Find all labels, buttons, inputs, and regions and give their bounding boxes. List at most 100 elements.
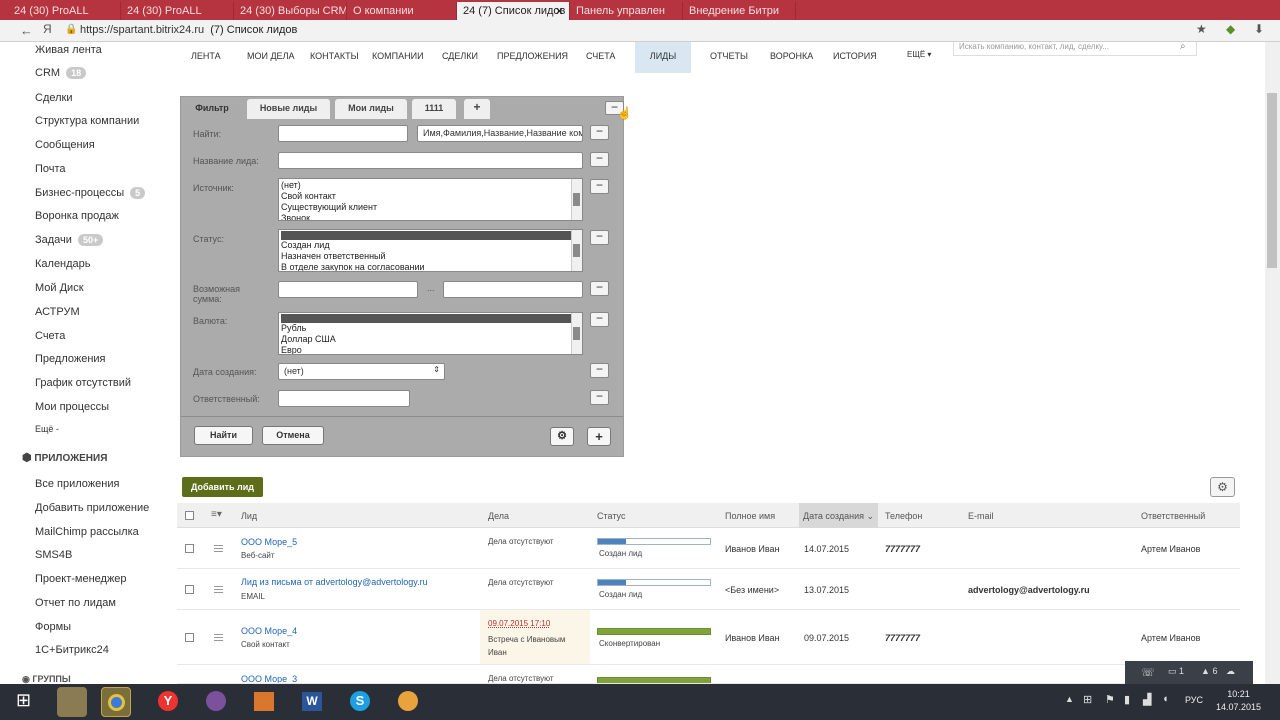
left-menu-item[interactable]: Сообщения	[35, 139, 95, 151]
responsible-text[interactable]: Артем Иванов	[1141, 633, 1200, 643]
alerts-counter[interactable]: ▲ 6	[1201, 666, 1217, 676]
tab-reports[interactable]: ОТЧЕТЫ	[710, 51, 748, 61]
phone-icon[interactable]: ☏	[1141, 666, 1155, 679]
column-header-created[interactable]: Дата создания ⌄	[799, 503, 878, 528]
left-menu-item[interactable]: АСТРУМ	[35, 306, 80, 318]
left-menu-item[interactable]: Задачи 50+	[35, 234, 104, 246]
left-menu-item[interactable]: Живая лента	[35, 44, 102, 56]
tab-companies[interactable]: КОМПАНИИ	[372, 51, 424, 61]
left-menu-item[interactable]: Счета	[35, 330, 65, 342]
app-flower-icon[interactable]	[393, 687, 423, 717]
viber-icon[interactable]	[200, 687, 230, 717]
windows-start-icon[interactable]: ⊞	[16, 690, 31, 711]
column-header-email[interactable]: E-mail	[968, 511, 994, 521]
row-menu-icon[interactable]	[214, 586, 223, 593]
add-field-button[interactable]: +	[587, 427, 611, 446]
lead-title-link[interactable]: Лид из письма от advertology@advertology…	[241, 577, 428, 587]
word-icon[interactable]: W	[296, 687, 326, 717]
list-option[interactable]: Свой контакт	[281, 191, 580, 202]
column-header-phone[interactable]: Телефон	[885, 511, 922, 521]
skype-icon[interactable]: S	[345, 687, 375, 717]
list-option-selected[interactable]	[281, 314, 580, 323]
tray-icon[interactable]: ⊞	[1083, 693, 1092, 706]
outlook-icon[interactable]	[248, 687, 278, 717]
left-menu-app[interactable]: Проект-менеджер	[35, 573, 127, 585]
table-row[interactable]: Лид из письма от advertology@advertology…	[177, 569, 1240, 610]
column-header-lead[interactable]: Лид	[241, 511, 257, 521]
left-menu-item[interactable]: Календарь	[35, 258, 91, 270]
column-header-responsible[interactable]: Ответственный	[1141, 511, 1205, 521]
listbox-scrollbar[interactable]	[571, 313, 582, 354]
list-option[interactable]: (нет)	[281, 180, 580, 191]
left-menu-item[interactable]: Почта	[35, 163, 66, 175]
extension-icon[interactable]: ◆	[1226, 22, 1235, 36]
messages-counter[interactable]: ▭ 1	[1168, 666, 1184, 677]
lead-name-input[interactable]	[278, 152, 583, 169]
find-input[interactable]	[278, 125, 408, 142]
listbox-scrollbar[interactable]	[571, 179, 582, 220]
left-menu-item[interactable]: Мой Диск	[35, 282, 84, 294]
remove-field-button[interactable]: −	[590, 390, 609, 405]
responsible-input[interactable]	[278, 390, 410, 407]
row-checkbox[interactable]	[185, 585, 194, 594]
file-explorer-icon[interactable]	[57, 687, 87, 717]
email-text[interactable]: advertology@advertology.ru	[968, 585, 1090, 595]
filter-settings-button[interactable]: ⚙	[550, 427, 574, 446]
url-field[interactable]: https://spartant.bitrix24.ru (7) Список …	[80, 24, 297, 36]
yandex-icon[interactable]: Я	[43, 22, 52, 36]
row-checkbox[interactable]	[185, 633, 194, 642]
tab-saved-1111[interactable]: 1111	[412, 99, 456, 119]
left-menu-item[interactable]: Мои процессы	[35, 401, 109, 413]
tab-my-tasks[interactable]: МОИ ДЕЛА	[247, 51, 294, 61]
tab-my-leads[interactable]: Мои лиды	[335, 99, 407, 119]
list-option[interactable]: В отделе закупок на согласовании	[281, 262, 580, 271]
row-menu-icon[interactable]	[214, 634, 223, 641]
table-row[interactable]: ООО Море_5 Веб-сайт Дела отсутствуют Соз…	[177, 528, 1240, 569]
tab-funnel[interactable]: ВОРОНКА	[770, 51, 813, 61]
remove-field-button[interactable]: −	[590, 125, 609, 140]
row-checkbox[interactable]	[185, 544, 194, 553]
row-menu-icon[interactable]: ≡▾	[211, 509, 222, 520]
browser-tab-active[interactable]: 24 (7) Список лидов ✕	[457, 2, 570, 20]
list-option[interactable]: Евро	[281, 345, 580, 354]
find-fields-select[interactable]: Имя,Фамилия,Название,Название компании	[417, 125, 583, 142]
add-filter-tab-button[interactable]: +	[464, 99, 490, 119]
tab-more[interactable]: ЕЩЁ ▾	[907, 50, 931, 59]
list-option[interactable]: Существующий клиент	[281, 202, 580, 213]
remove-field-button[interactable]: −	[590, 230, 609, 245]
lead-title-link[interactable]: ООО Море_5	[241, 537, 297, 547]
select-all-checkbox[interactable]	[185, 511, 194, 520]
left-menu-app[interactable]: Все приложения	[35, 478, 119, 490]
cloud-icon[interactable]: ☁	[1226, 666, 1235, 677]
remove-field-button[interactable]: −	[590, 152, 609, 167]
column-header-fullname[interactable]: Полное имя	[725, 511, 775, 521]
phone-text[interactable]: 7777777	[885, 633, 920, 643]
browser-tab[interactable]: О компании	[347, 2, 457, 20]
volume-icon[interactable]: ◖	[1162, 693, 1169, 705]
cancel-button[interactable]: Отмена	[262, 426, 324, 445]
scroll-thumb[interactable]	[573, 193, 580, 206]
scroll-thumb[interactable]	[1267, 93, 1277, 268]
tab-feed[interactable]: ЛЕНТА	[191, 51, 221, 61]
scroll-thumb[interactable]	[573, 327, 580, 340]
amount-from-input[interactable]	[278, 281, 418, 298]
left-menu-item[interactable]: CRM 18	[35, 67, 87, 79]
remove-field-button[interactable]: −	[590, 281, 609, 296]
row-menu-icon[interactable]	[214, 545, 223, 552]
column-header-tasks[interactable]: Дела	[488, 511, 509, 521]
tab-filter[interactable]: Фильтр	[182, 99, 242, 119]
tab-invoices[interactable]: СЧЕТА	[586, 51, 615, 61]
list-option[interactable]: Звонок	[281, 213, 580, 220]
list-option[interactable]: Рубль	[281, 323, 580, 334]
global-search-input[interactable]: Искать компанию, контакт, лид, сделку...	[953, 42, 1197, 56]
created-date-select[interactable]: (нет) ⇕	[278, 363, 445, 380]
tray-expand-icon[interactable]: ▲	[1065, 694, 1074, 704]
list-option[interactable]: Назначен ответственный	[281, 251, 580, 262]
groups-section-header[interactable]: ◉ ГРУППЫ	[22, 674, 71, 684]
close-icon[interactable]: ✕	[555, 5, 564, 18]
remove-field-button[interactable]: −	[590, 179, 609, 194]
browser-tab[interactable]: Внедрение Битри	[683, 2, 796, 20]
tab-new-leads[interactable]: Новые лиды	[247, 99, 330, 119]
phone-text[interactable]: 7777777	[885, 544, 920, 554]
left-menu-item[interactable]: Структура компании	[35, 115, 139, 127]
